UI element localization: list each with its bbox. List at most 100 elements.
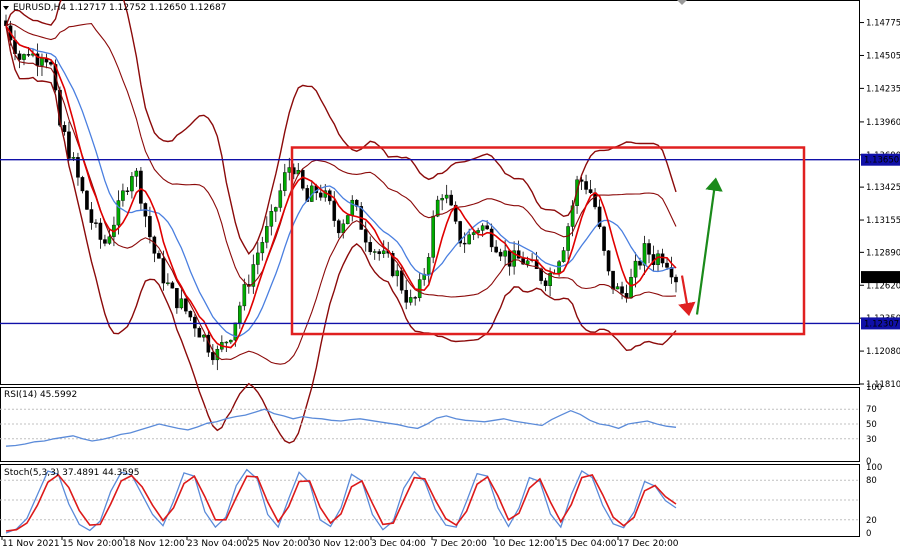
candle-body	[656, 253, 660, 266]
candle-body	[647, 243, 651, 255]
rsi-line	[5, 408, 677, 447]
candle-body	[265, 226, 269, 243]
candle-body	[674, 276, 678, 283]
candle-body	[242, 284, 247, 307]
range-box	[290, 146, 806, 336]
price-tick-label: 1.13425	[866, 183, 900, 193]
time-tick-label: 30 Nov 12:00	[309, 539, 370, 549]
candle-body	[399, 270, 404, 291]
rsi-title: RSI(14) 45.5992	[4, 390, 77, 400]
stoch-k-line	[5, 468, 677, 534]
time-tick-label: 25 Nov 20:00	[248, 539, 309, 549]
panel-frame	[0, 0, 860, 385]
candle-body	[40, 58, 44, 66]
rsi-tick-label: 30	[866, 435, 877, 445]
time-tick-label: 18 Nov 12:00	[124, 539, 185, 549]
time-tick-label: 7 Dec 20:00	[432, 539, 487, 549]
candle-body	[408, 297, 413, 303]
candle-body	[588, 189, 593, 193]
price-tick-label: 1.12080	[866, 347, 900, 357]
candle-body	[287, 167, 292, 173]
price-tick-label: 1.13960	[866, 118, 900, 128]
price-marker-label: 1.13650	[864, 156, 899, 166]
candle-body	[480, 225, 485, 231]
collapse-triangle-icon	[3, 6, 9, 10]
candle-body	[611, 270, 615, 290]
candle-body	[602, 226, 606, 251]
price-tick-label: 1.14505	[866, 51, 900, 61]
candle-body	[435, 199, 440, 217]
candle-body	[134, 170, 139, 177]
candle-body	[71, 157, 76, 159]
price-tick-label: 1.14775	[866, 19, 900, 29]
stoch-tick-label: 0	[866, 529, 871, 539]
candle-body	[175, 288, 179, 309]
candle-body	[188, 310, 193, 318]
candle-body	[350, 199, 355, 216]
candle-body	[377, 251, 382, 254]
candle-body	[462, 242, 467, 245]
candle-body	[345, 215, 350, 225]
candle-body	[440, 198, 444, 201]
stoch-tick-label: 100	[866, 463, 882, 473]
candle-body	[98, 222, 103, 240]
time-tick-label: 15 Nov 20:00	[62, 539, 123, 549]
time-tick-label: 11 Nov 2021	[2, 539, 60, 549]
candle-body	[642, 243, 647, 266]
price-tick-label: 1.14235	[866, 84, 900, 94]
main-chart-title: EURUSD,H4 1.12717 1.12752 1.12650 1.1268…	[13, 3, 226, 13]
time-tick-label: 3 Dec 04:00	[371, 539, 426, 549]
rsi-tick-label: 70	[866, 405, 877, 415]
time-tick-label: 23 Nov 04:00	[187, 539, 248, 549]
time-tick-label: 15 Dec 04:00	[556, 539, 617, 549]
candle-body	[148, 216, 152, 238]
bollinger-outer-lower	[5, 25, 677, 444]
candle-body	[179, 298, 184, 309]
price-tick-label: 1.13155	[866, 216, 900, 226]
trading-chart: 1.147751.145051.142351.139601.136901.134…	[0, 0, 900, 554]
bollinger-outer-upper	[5, 0, 677, 255]
candle-body	[332, 200, 337, 221]
candle-body	[300, 170, 305, 189]
price-tick-label: 1.12890	[866, 248, 900, 258]
candle-body	[130, 176, 134, 192]
candle-body	[85, 190, 89, 210]
candle-body	[336, 220, 341, 234]
candle-body	[449, 194, 453, 206]
candle-body	[26, 54, 31, 56]
candle-body	[161, 258, 166, 284]
candle-body	[629, 276, 633, 299]
candle-body	[467, 234, 471, 245]
candle-body	[273, 207, 278, 212]
candle-body	[413, 297, 417, 299]
candle-body	[103, 239, 107, 244]
candle-body	[606, 250, 611, 272]
candle-body	[476, 230, 480, 233]
shift-marker-icon	[677, 0, 687, 5]
candle-body	[566, 226, 570, 251]
candle-body	[543, 280, 548, 287]
candle-body	[269, 211, 274, 227]
candle-body	[107, 236, 112, 244]
candle-body	[121, 190, 125, 201]
bollinger-inner-upper	[5, 23, 677, 288]
candle-body	[381, 250, 386, 254]
rsi-tick-label: 50	[866, 420, 877, 430]
candle-body	[561, 250, 566, 262]
candle-body	[278, 190, 283, 208]
candle-body	[152, 236, 157, 254]
candle-body	[503, 250, 507, 257]
stoch-title: Stoch(5,3,3) 37.4891 44.3595	[4, 468, 139, 478]
candle-body	[444, 194, 449, 199]
candle-body	[525, 260, 530, 265]
candle-body	[157, 253, 161, 259]
candle-body	[318, 192, 323, 198]
candle-body	[665, 262, 669, 268]
candle-body	[211, 352, 215, 361]
time-tick-label: 10 Dec 12:00	[494, 539, 555, 549]
candle-body	[229, 339, 233, 343]
candle-body	[471, 232, 476, 235]
candle-body	[260, 242, 265, 254]
candle-body	[494, 246, 498, 253]
candle-body	[89, 209, 94, 223]
